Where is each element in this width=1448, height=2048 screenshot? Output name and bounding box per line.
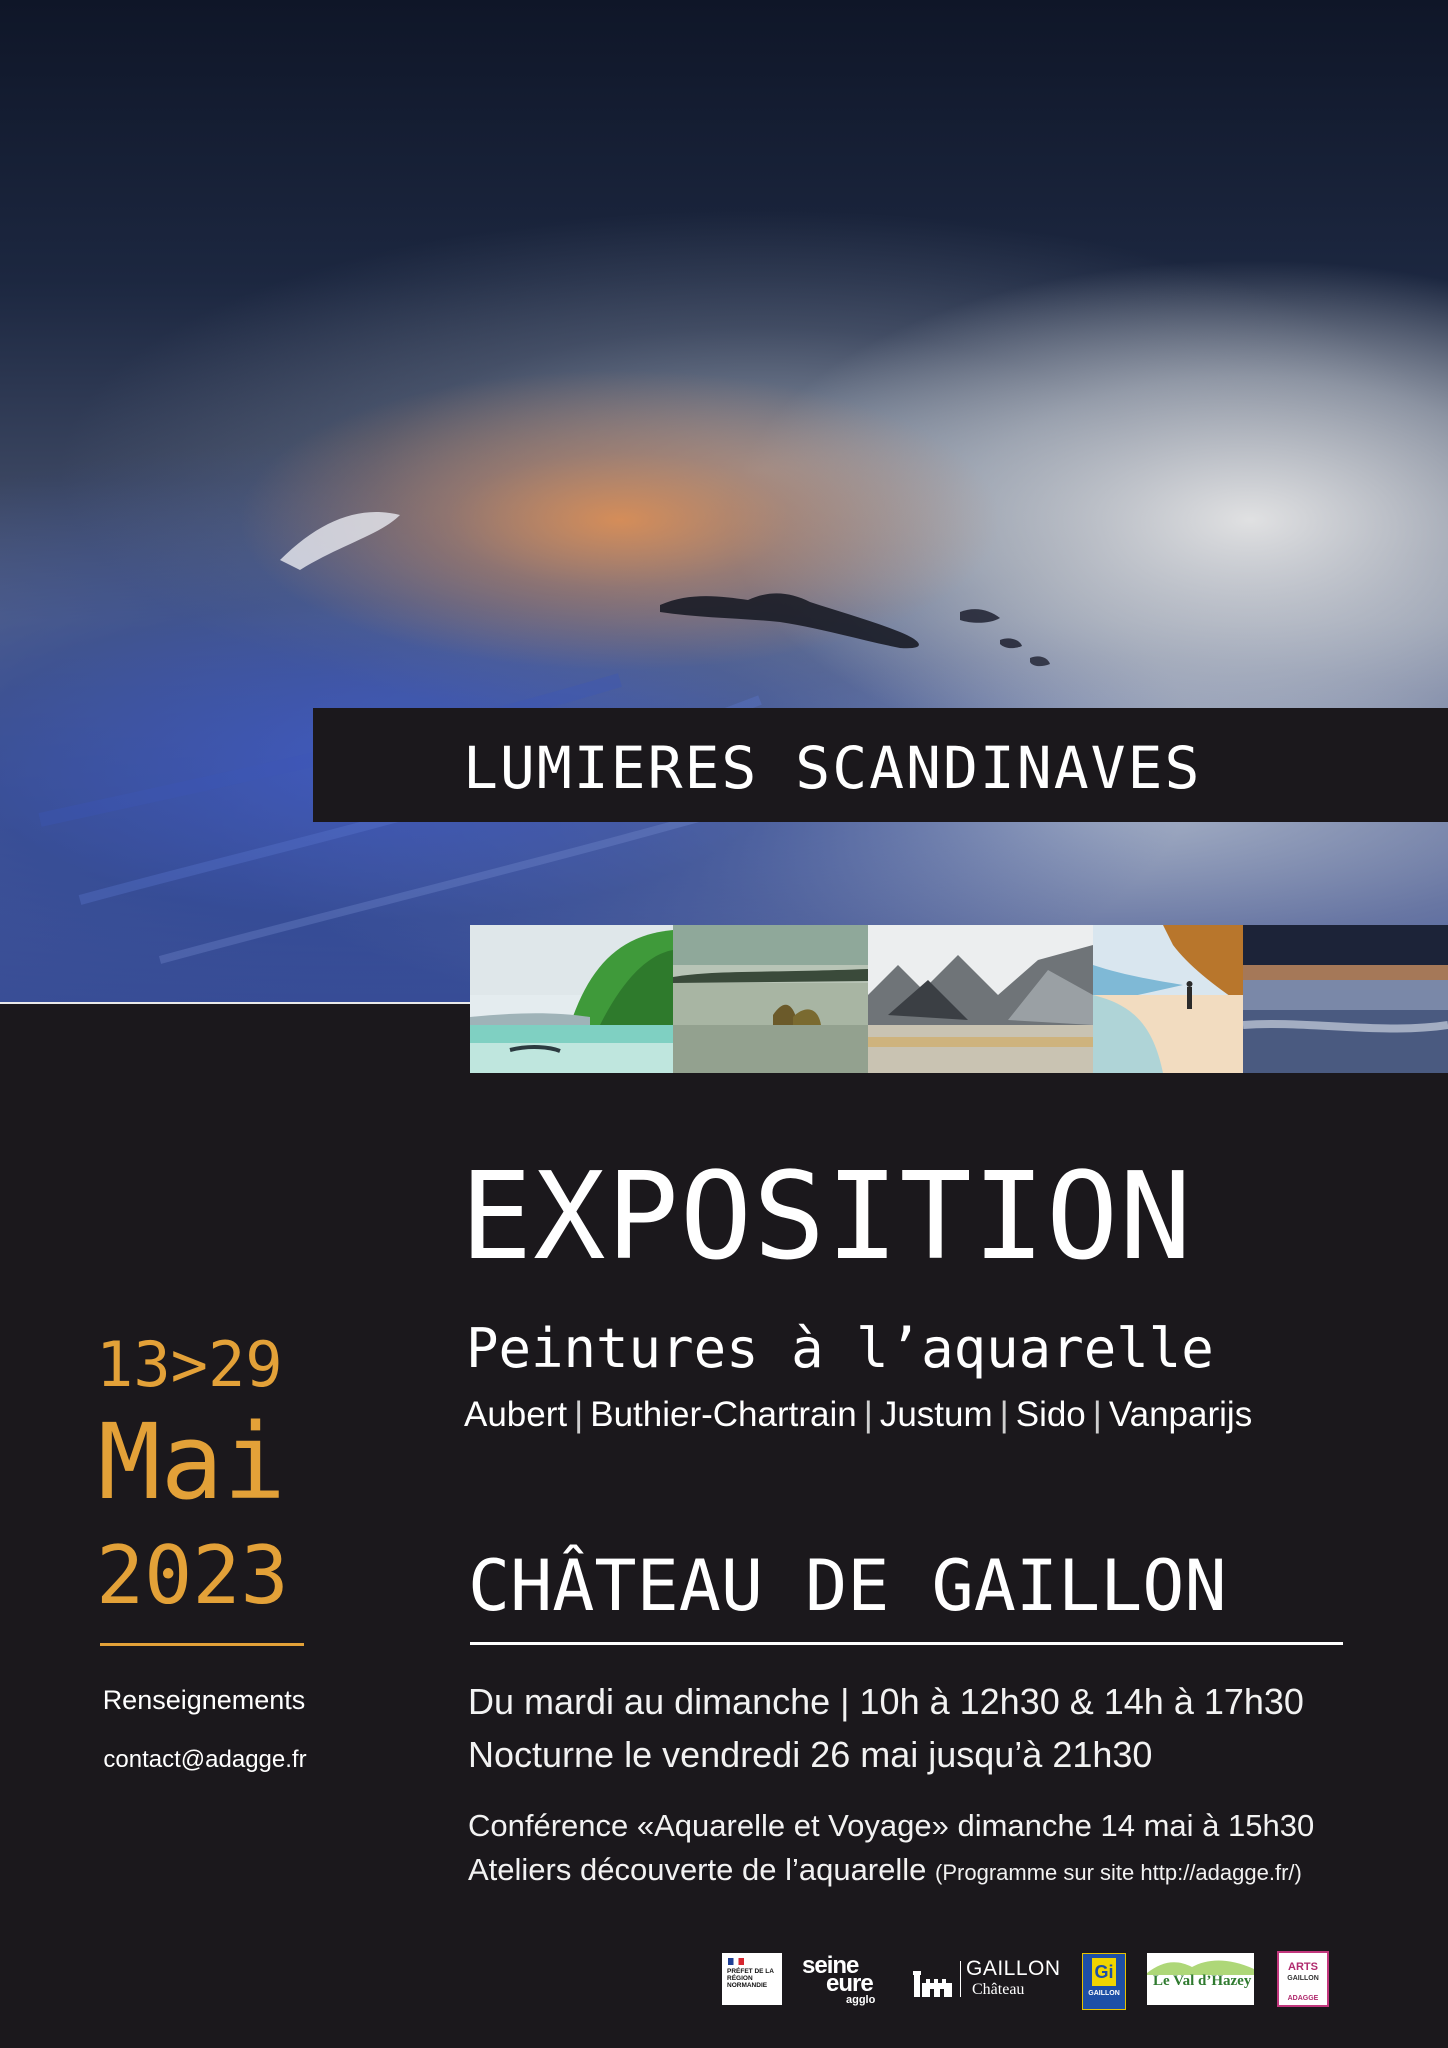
artist-list: Aubert | Buthier-Chartrain | Justum | Sido | Van… <box>464 1395 1253 1434</box>
seine-eure-agglo-logo: seine eure agglo <box>800 1952 896 2008</box>
hero-painting-details <box>38 512 1050 964</box>
prefet-normandie-logo: PRÉFET DE LA RÉGION NORMANDIE <box>722 1953 782 2005</box>
artist-name: Sido <box>1015 1395 1086 1434</box>
arts-logo-bottom: ADAGGE <box>1287 1995 1319 2002</box>
thumbnail-grey-mountains <box>868 925 1093 1073</box>
painting-thumbnails <box>470 925 1448 1073</box>
hills-icon <box>1147 1960 1254 1975</box>
agglo-logo-word: agglo <box>846 1994 876 2006</box>
venue-name: CHÂTEAU DE GAILLON <box>468 1545 1227 1627</box>
thumbnail-green-cliff-coast <box>470 925 673 1073</box>
arts-gaillon-logo: ARTS GAILLON ADAGGE <box>1277 1951 1329 2007</box>
french-flag-icon <box>728 1958 744 1965</box>
workshops-text: Ateliers découverte de l’aquarelle <box>468 1852 927 1887</box>
hero-watercolor-painting <box>0 0 1448 1002</box>
arts-logo-title: ARTS <box>1288 1961 1318 1973</box>
info-label: Renseignements <box>102 1685 306 1715</box>
main-heading: EXPOSITION <box>460 1148 1193 1287</box>
exhibition-title: LUMIERES SCANDINAVES <box>463 734 1202 802</box>
gaillon-town-logo: Gi GAILLON <box>1082 1953 1126 2010</box>
artist-name: Vanparijs <box>1108 1395 1253 1434</box>
subtitle: Peintures à l’aquarelle <box>466 1317 1214 1380</box>
gaillon-chateau-logo: GAILLON Château <box>912 1957 1062 2003</box>
date-year: 2023 <box>96 1529 289 1622</box>
schedule-workshops: Ateliers découverte de l’aquarelle (Prog… <box>468 1854 1302 1885</box>
date-range: 13>29 <box>96 1328 283 1401</box>
val-dhazey-logo: Le Val d’Hazey <box>1147 1953 1254 2005</box>
gaillon-logo-sub: Château <box>972 1981 1025 1998</box>
workshops-note[interactable]: (Programme sur site http://adagge.fr/) <box>935 1860 1302 1885</box>
schedule-hours: Du mardi au dimanche | 10h à 12h30 & 14h… <box>468 1681 1304 1722</box>
prefet-logo-text: PRÉFET DE LA RÉGION NORMANDIE <box>727 1968 774 1989</box>
hero-divider-line <box>0 1002 470 1004</box>
thumbnail-beach-walker <box>1093 925 1243 1073</box>
thumbnail-sunset-reflection <box>1243 925 1448 1073</box>
schedule-nocturne: Nocturne le vendredi 26 mai jusqu’à 21h3… <box>468 1734 1153 1775</box>
date-divider <box>100 1643 304 1646</box>
artist-name: Buthier-Chartrain <box>590 1395 857 1434</box>
contact-email[interactable]: contact@adagge.fr <box>90 1746 320 1774</box>
gaillon-logo-name: GAILLON <box>966 1957 1061 1980</box>
arts-logo-sub: GAILLON <box>1287 1975 1319 1982</box>
venue-divider <box>470 1642 1343 1645</box>
artist-name: Aubert <box>464 1395 568 1434</box>
logo-divider <box>960 1961 961 1997</box>
thumbnail-calm-lake-rocks <box>673 925 868 1073</box>
schedule-conference: Conférence «Aquarelle et Voyage» dimanch… <box>468 1808 1315 1843</box>
val-dhazey-text: Le Val d’Hazey <box>1153 1973 1252 1989</box>
date-month: Mai <box>98 1401 286 1523</box>
castle-icon <box>913 1971 952 1997</box>
gaillon-town-text: GAILLON <box>1088 1990 1120 1997</box>
title-banner: LUMIERES SCANDINAVES <box>313 708 1448 822</box>
artist-name: Justum <box>879 1395 993 1434</box>
gaillon-emblem-icon: Gi <box>1092 1958 1116 1986</box>
